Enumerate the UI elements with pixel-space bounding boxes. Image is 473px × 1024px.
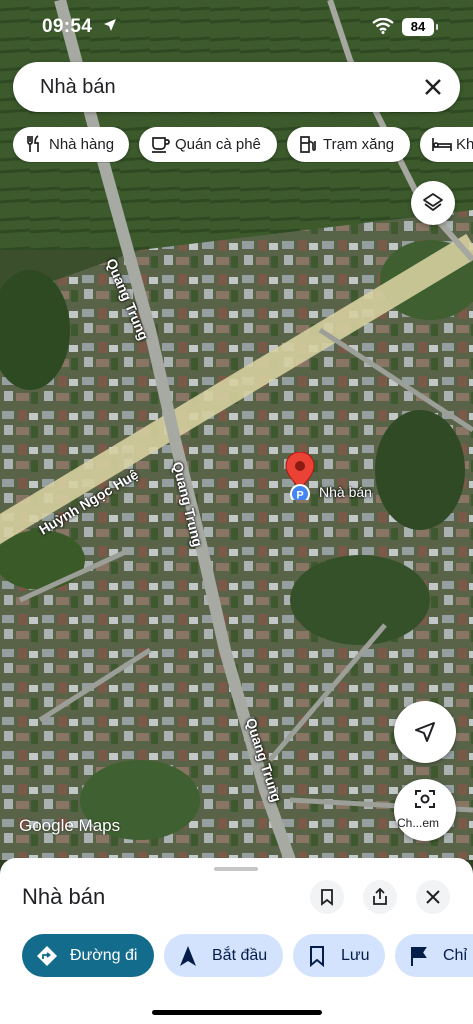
navigation-icon (180, 946, 196, 966)
share-action-button[interactable]: Chỉ (395, 934, 473, 977)
bookmark-icon (310, 946, 324, 967)
close-sheet-button[interactable] (416, 880, 450, 914)
recenter-button[interactable] (394, 701, 456, 763)
pin-label: Nhà bán (319, 484, 372, 500)
navigation-arrow-icon (415, 722, 435, 742)
battery-indicator: 84 (402, 18, 438, 36)
lens-button[interactable]: Ch...em (394, 779, 456, 841)
close-icon[interactable] (422, 76, 444, 98)
category-chips: Nhà hàng Quán cà phê Trạm xăng Kh (13, 127, 473, 163)
directions-label: Đường đi (70, 947, 138, 964)
chip-restaurant[interactable]: Nhà hàng (13, 127, 129, 162)
save-button[interactable]: Lưu (293, 934, 385, 977)
share-button[interactable] (363, 880, 397, 914)
wifi-icon (372, 18, 394, 34)
search-bar[interactable]: Nhà bán (13, 62, 460, 112)
restaurant-icon (27, 135, 39, 152)
coffee-icon (152, 137, 170, 153)
chip-hotel[interactable]: Kh (420, 127, 473, 162)
start-button[interactable]: Bắt đầu (164, 934, 283, 977)
sheet-drag-handle[interactable] (214, 867, 258, 871)
svg-text:P: P (296, 490, 303, 501)
chip-label: Nhà hàng (49, 136, 115, 153)
chip-label: Kh (456, 136, 473, 153)
sheet-title: Nhà bán (22, 884, 106, 909)
status-bar: 09:54 84 (0, 0, 473, 56)
chip-label: Trạm xăng (323, 136, 395, 153)
close-icon (426, 890, 440, 904)
gas-station-icon (300, 136, 316, 153)
chip-gas-station[interactable]: Trạm xăng (287, 127, 410, 162)
hotel-icon (432, 138, 452, 151)
share-icon (373, 888, 387, 905)
search-query[interactable]: Nhà bán (40, 76, 116, 99)
directions-button[interactable]: Đường đi (22, 934, 154, 977)
bookmark-icon (321, 889, 333, 906)
location-pin-icon[interactable]: P (284, 452, 316, 500)
chip-label: Quán cà phê (175, 136, 261, 153)
layers-button[interactable] (411, 181, 455, 225)
google-maps-watermark: Google Maps (19, 816, 121, 835)
home-indicator[interactable] (152, 1010, 322, 1015)
save-label: Lưu (341, 947, 370, 964)
save-icon-button[interactable] (310, 880, 344, 914)
location-arrow-icon (104, 19, 116, 31)
flag-icon (411, 947, 427, 966)
lens-label: Ch...em (397, 816, 440, 830)
chip-coffee[interactable]: Quán cà phê (139, 127, 277, 162)
bottom-sheet[interactable]: Nhà bán Đường đi Bắt đầu Lưu Chỉ (0, 858, 473, 1024)
share-action-label: Chỉ (443, 947, 468, 964)
start-label: Bắt đầu (212, 947, 268, 964)
directions-icon (37, 946, 57, 966)
camera-lens-icon (415, 790, 435, 808)
status-time: 09:54 (42, 16, 93, 37)
layers-icon (423, 193, 443, 211)
